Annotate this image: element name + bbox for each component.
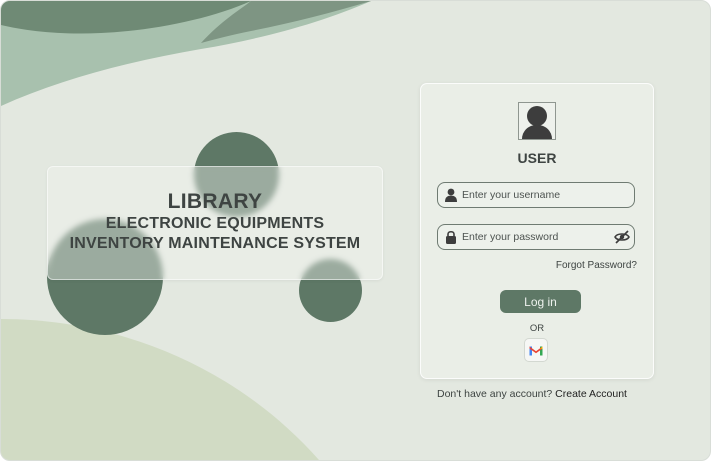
app-window: LIBRARY ELECTRONIC EQUIPMENTS INVENTORY …	[0, 0, 711, 461]
app-title: LIBRARY	[167, 190, 263, 213]
password-input[interactable]	[462, 225, 612, 249]
create-account-link[interactable]: Create Account	[555, 388, 627, 400]
or-separator: OR	[529, 323, 545, 334]
password-field[interactable]	[437, 224, 635, 250]
system-title-panel: LIBRARY ELECTRONIC EQUIPMENTS INVENTORY …	[47, 166, 383, 280]
app-subtitle-line1: ELECTRONIC EQUIPMENTS	[105, 215, 325, 232]
username-input[interactable]	[462, 183, 612, 207]
username-field[interactable]	[437, 182, 635, 208]
eye-slash-icon[interactable]	[614, 230, 630, 244]
user-avatar-icon	[518, 102, 556, 140]
gmail-icon	[529, 346, 543, 356]
login-button[interactable]: Log in	[500, 290, 581, 313]
login-card: USER Forgot Password? Log in OR	[420, 83, 654, 379]
forgot-password-link[interactable]: Forgot Password?	[556, 260, 637, 271]
login-heading: USER	[517, 150, 557, 166]
user-icon	[445, 188, 457, 202]
signup-row: Don't have any account? Create Account	[437, 388, 627, 400]
signup-prompt: Don't have any account?	[437, 388, 553, 400]
lock-icon	[446, 230, 456, 244]
gmail-login-button[interactable]	[524, 338, 548, 362]
app-subtitle-line2: INVENTORY MAINTENANCE SYSTEM	[69, 235, 361, 252]
